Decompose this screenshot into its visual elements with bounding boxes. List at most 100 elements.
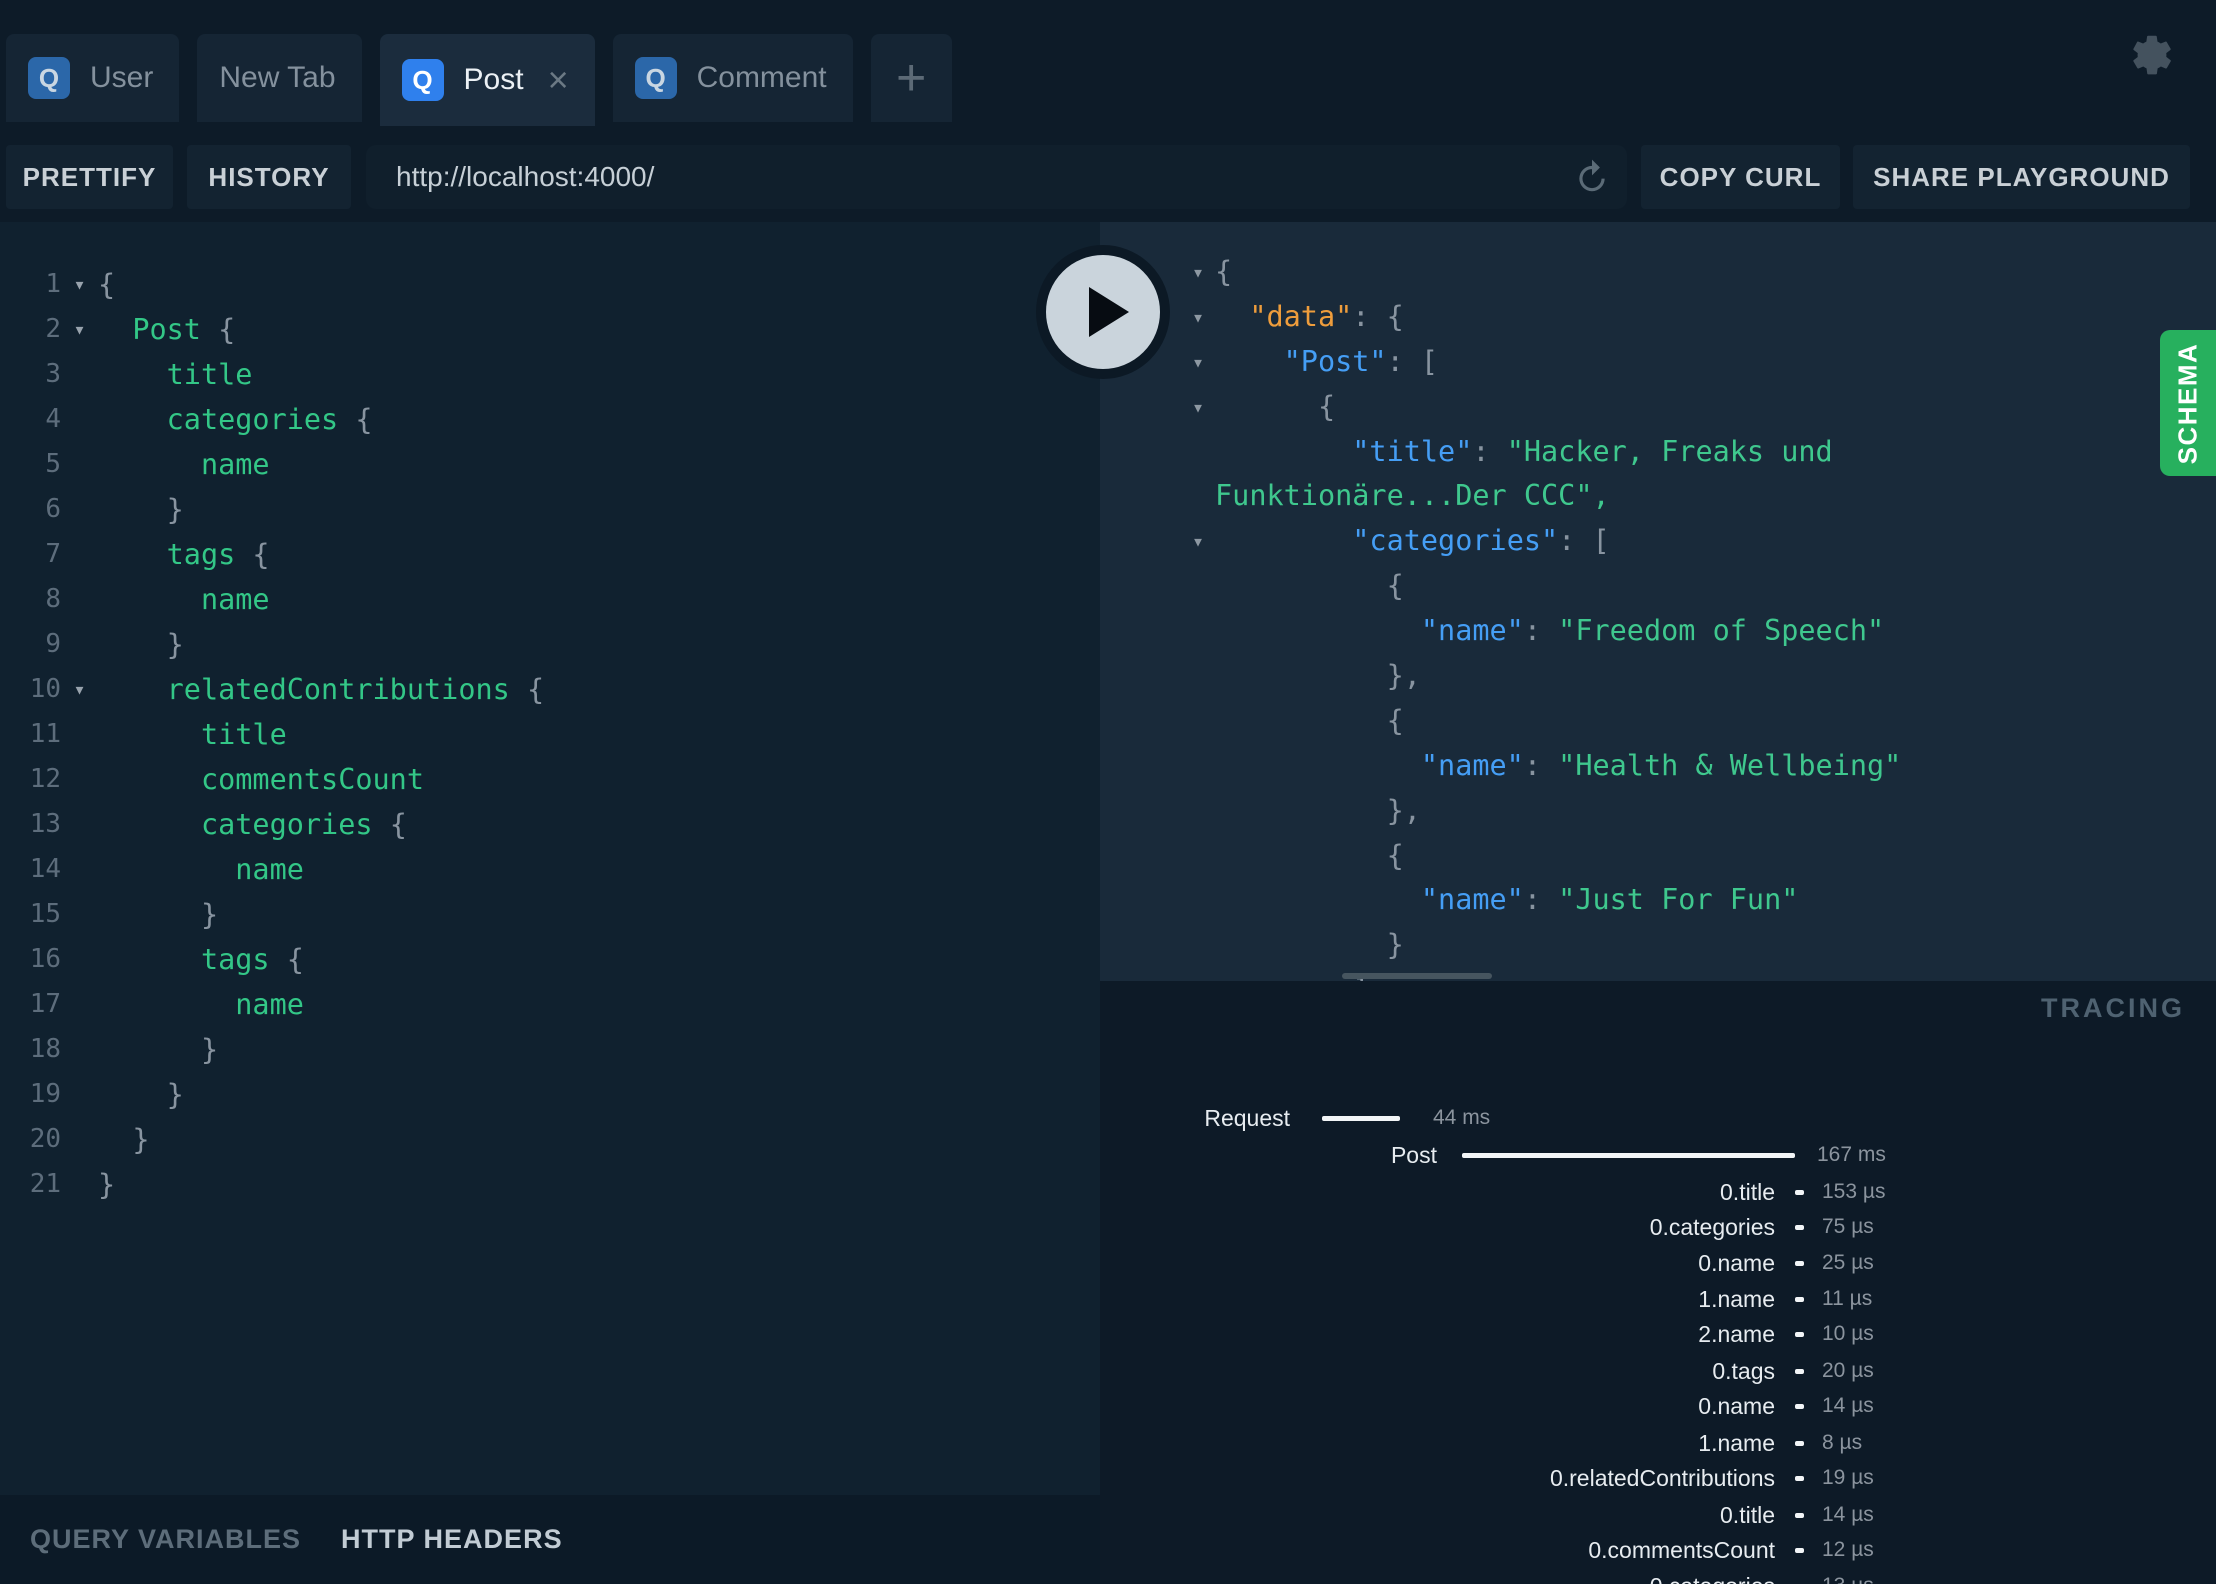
fold-icon[interactable]: ▾ — [1100, 519, 1212, 564]
tracing-row: 0.title 14 µs — [1100, 1497, 2216, 1533]
tracing-row: 0.tags 20 µs — [1100, 1353, 2216, 1389]
code-token: : — [1523, 748, 1559, 782]
editor-line: 1 ▾{ — [0, 262, 1100, 307]
schema-tab[interactable]: SCHEMA — [2160, 330, 2216, 476]
tab-new-tab[interactable]: New Tab — [197, 34, 362, 122]
tracing-bar — [1322, 1116, 1400, 1121]
tracing-bar — [1795, 1190, 1804, 1195]
tracing-row: 0.categories 13 µs — [1100, 1568, 2216, 1584]
tracing-value: 25 µs — [1822, 1251, 1874, 1274]
new-tab-button[interactable]: + — [870, 34, 952, 122]
http-headers-tab[interactable]: HTTP HEADERS — [341, 1524, 563, 1555]
code-token: title — [166, 358, 253, 391]
horizontal-scrollbar[interactable] — [1342, 973, 1492, 979]
code-token: { — [1317, 389, 1336, 423]
play-icon — [1089, 287, 1129, 337]
gear-icon — [2133, 35, 2171, 75]
response-line: "name": "Just For Fun" — [1100, 878, 2216, 923]
query-variables-tab[interactable]: QUERY VARIABLES — [30, 1524, 301, 1555]
tracing-label: Request — [1204, 1105, 1290, 1131]
code-text: name — [98, 577, 270, 622]
tracing-label: 0.tags — [1712, 1358, 1775, 1384]
code-token: } — [166, 493, 184, 526]
editor-line: 16 tags { — [0, 937, 1100, 982]
prettify-button[interactable]: PRETTIFY — [6, 145, 173, 209]
close-tab-icon[interactable]: × — [548, 62, 569, 98]
line-number: 18 — [29, 1034, 61, 1064]
line-number: 11 — [29, 719, 61, 749]
tracing-bar — [1795, 1297, 1804, 1302]
reload-schema-button[interactable] — [1573, 158, 1611, 196]
tracing-bar — [1795, 1476, 1804, 1481]
code-token: name — [235, 853, 304, 886]
graphql-playground-app: Q User New Tab Q Post × Q Comment + PRETTIFY HIS… — [0, 0, 2216, 1584]
tracing-label: 0.title — [1720, 1502, 1775, 1528]
tab-user[interactable]: Q User — [6, 34, 180, 122]
copy-curl-button[interactable]: COPY CURL — [1641, 145, 1840, 209]
tracing-label: 0.name — [1698, 1393, 1775, 1419]
line-number: 12 — [29, 764, 61, 794]
code-token: categories — [200, 808, 373, 841]
code-text: commentsCount — [98, 757, 424, 802]
code-text: } — [98, 1072, 184, 1117]
tab-label: Post — [463, 63, 524, 96]
query-editor-pane[interactable]: 1 ▾{2 ▾ Post {3 title 4 categories {5 name 6} 7 ta… — [0, 222, 1100, 1495]
tracing-row: Request 44 ms — [1100, 1100, 2216, 1136]
response-line: { — [1100, 564, 2216, 609]
code-token: { — [98, 268, 116, 301]
line-number: 6 — [45, 494, 61, 524]
code-text: } — [98, 892, 218, 937]
code-text: { — [1215, 564, 1404, 609]
editor-line: 8 name — [0, 577, 1100, 622]
tracing-row: 0.categories 75 µs — [1100, 1209, 2216, 1245]
tracing-label: Post — [1390, 1142, 1437, 1168]
code-text: { — [1215, 250, 1232, 295]
code-text: } — [1215, 923, 1404, 968]
editor-line: 4 categories { — [0, 397, 1100, 442]
tracing-label: 0.relatedContributions — [1549, 1465, 1775, 1491]
execute-query-button[interactable] — [1036, 245, 1170, 379]
code-token: : { — [1352, 299, 1404, 333]
url-input[interactable] — [366, 145, 1627, 209]
fold-icon[interactable]: ▾ — [61, 262, 98, 307]
fold-icon[interactable]: ▾ — [61, 307, 98, 352]
code-token: title — [200, 718, 287, 751]
line-number: 13 — [29, 809, 61, 839]
editor-line: 21} — [0, 1162, 1100, 1207]
tracing-row: 0.name 14 µs — [1100, 1388, 2216, 1424]
code-token: } — [200, 1033, 219, 1066]
editor-line: 2 ▾ Post { — [0, 307, 1100, 352]
response-line: { — [1100, 699, 2216, 744]
tracing-value: 20 µs — [1822, 1359, 1874, 1382]
code-text: "data": { — [1215, 295, 1404, 340]
schema-tab-label: SCHEMA — [2172, 342, 2203, 464]
code-token: { — [372, 808, 407, 841]
tracing-label: 0.name — [1698, 1250, 1775, 1276]
line-number: 3 — [45, 359, 61, 389]
code-text: } — [98, 1117, 149, 1162]
tracing-value: 11 µs — [1822, 1287, 1873, 1310]
history-button[interactable]: HISTORY — [187, 145, 351, 209]
share-playground-button[interactable]: SHARE PLAYGROUND — [1853, 145, 2190, 209]
tracing-row: 1.name 8 µs — [1100, 1425, 2216, 1461]
tracing-value: 14 µs — [1822, 1503, 1874, 1526]
code-token: { — [200, 313, 236, 346]
tab-comment[interactable]: Q Comment — [612, 34, 853, 122]
code-text: "name": "Health & Wellbeing" — [1215, 744, 1901, 789]
code-token: Post — [132, 313, 201, 346]
tabs-container: Q User New Tab Q Post × Q Comment + — [6, 34, 952, 126]
code-token: : — [1472, 434, 1507, 468]
fold-icon[interactable]: ▾ — [61, 667, 98, 712]
fold-icon[interactable]: ▾ — [1100, 385, 1212, 430]
response-pane: ▾{▾ "data": {▾ "Post": [▾{"title": "Hacker… — [1100, 222, 2216, 981]
code-token: "name" — [1420, 614, 1524, 648]
editor-line: 15} — [0, 892, 1100, 937]
tab-post[interactable]: Q Post × — [379, 34, 595, 126]
code-token: : — [1523, 883, 1559, 917]
settings-button[interactable] — [2128, 31, 2176, 79]
